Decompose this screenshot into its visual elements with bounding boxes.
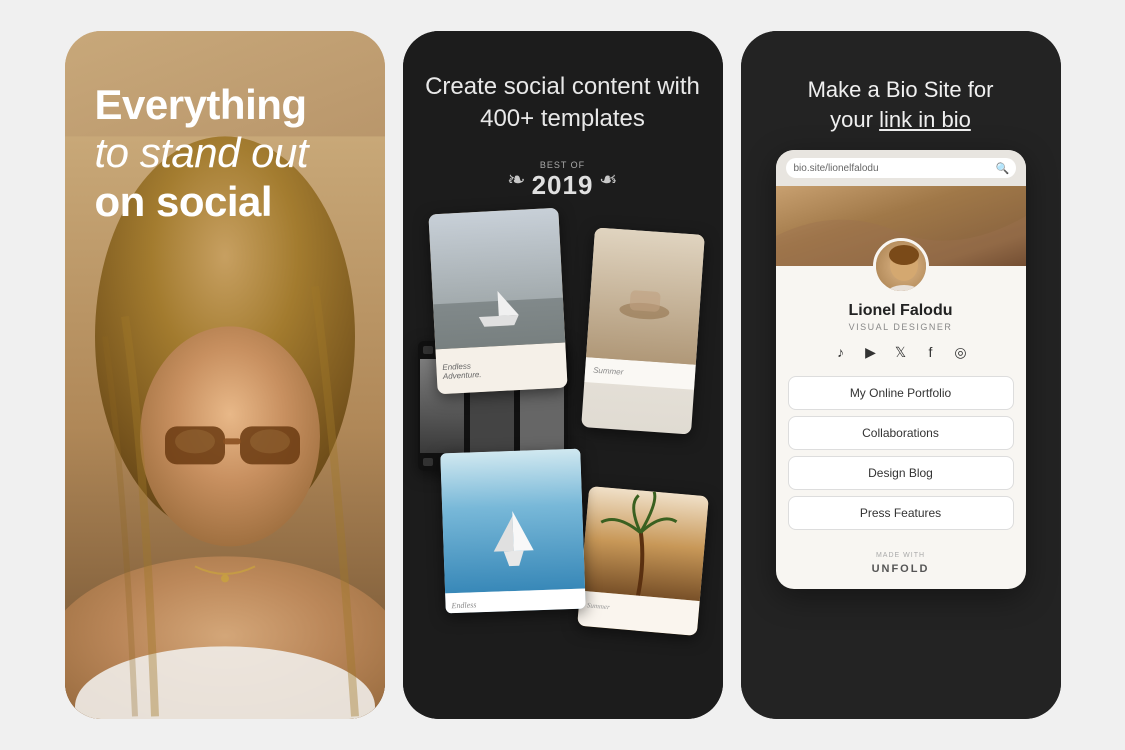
template-card-palm: Summer: [577, 486, 709, 636]
phone-footer: MADE WITH UNFOLD: [776, 546, 1026, 589]
profile-title: VISUAL DESIGNER: [792, 322, 1010, 332]
link-press-features: Press Features: [788, 496, 1014, 530]
link-collaborations: Collaborations: [788, 416, 1014, 450]
instagram-icon: ◎: [951, 342, 971, 362]
panel-1-screenshot: Everything to stand out on social: [65, 31, 385, 719]
template-card-2: Summer: [581, 227, 705, 434]
twitter-icon: 𝕏: [891, 342, 911, 362]
social-icons-row: ♪ ▶ 𝕏 f ◎: [792, 342, 1010, 362]
panel-1-line1: Everything: [95, 81, 307, 128]
badge-year: 2019: [532, 170, 594, 201]
panel-3-headline: Make a Bio Site for your link in bio: [784, 31, 1018, 150]
link-portfolio: My Online Portfolio: [788, 376, 1014, 410]
panel-3-title-line2: your link in bio: [830, 107, 971, 132]
panel-2-headline: Create social content with 400+ template…: [403, 31, 723, 152]
url-bar: bio.site/lionelfalodu 🔍: [786, 158, 1016, 178]
brand-label: UNFOLD: [872, 563, 930, 575]
templates-collage: EndlessAdventure.: [403, 211, 723, 719]
profile-name: Lionel Falodu: [792, 302, 1010, 320]
tiktok-icon: ♪: [831, 342, 851, 362]
template-card-ocean: Endless: [440, 449, 585, 614]
made-with-label: MADE WITH: [776, 552, 1026, 559]
badge-top-label: BEST OF: [540, 160, 585, 170]
panel-1-line3: on social: [95, 178, 273, 225]
url-text: bio.site/lionelfalodu: [794, 163, 879, 174]
screenshots-container: Everything to stand out on social Create…: [35, 1, 1091, 749]
panel-3-screenshot: Make a Bio Site for your link in bio bio…: [741, 31, 1061, 719]
phone-hero-background: [776, 186, 1026, 266]
laurel-right: ❧: [599, 167, 617, 193]
template-card-1: EndlessAdventure.: [428, 208, 567, 395]
profile-avatar: [873, 238, 929, 294]
panel-2-title: Create social content with 400+ template…: [423, 71, 703, 136]
panel-1-headline: Everything to stand out on social: [95, 81, 355, 226]
profile-info: Lionel Falodu VISUAL DESIGNER ♪ ▶ 𝕏 f ◎: [776, 302, 1026, 362]
browser-bar: bio.site/lionelfalodu 🔍: [776, 150, 1026, 186]
apple-badge: ❧ BEST OF 2019 ❧: [507, 160, 618, 201]
profile-links: My Online Portfolio Collaborations Desig…: [776, 376, 1026, 546]
facebook-icon: f: [921, 342, 941, 362]
laurel-left: ❧: [507, 167, 525, 193]
youtube-icon: ▶: [861, 342, 881, 362]
search-icon: 🔍: [996, 162, 1008, 174]
panel-1-line2: to stand out: [95, 129, 309, 176]
link-design-blog: Design Blog: [788, 456, 1014, 490]
panel-3-title-line1: Make a Bio Site for: [808, 77, 994, 102]
panel-2-screenshot: Create social content with 400+ template…: [403, 31, 723, 719]
svg-text:Endless: Endless: [450, 600, 476, 610]
phone-mockup: bio.site/lionelfalodu 🔍: [776, 150, 1026, 589]
